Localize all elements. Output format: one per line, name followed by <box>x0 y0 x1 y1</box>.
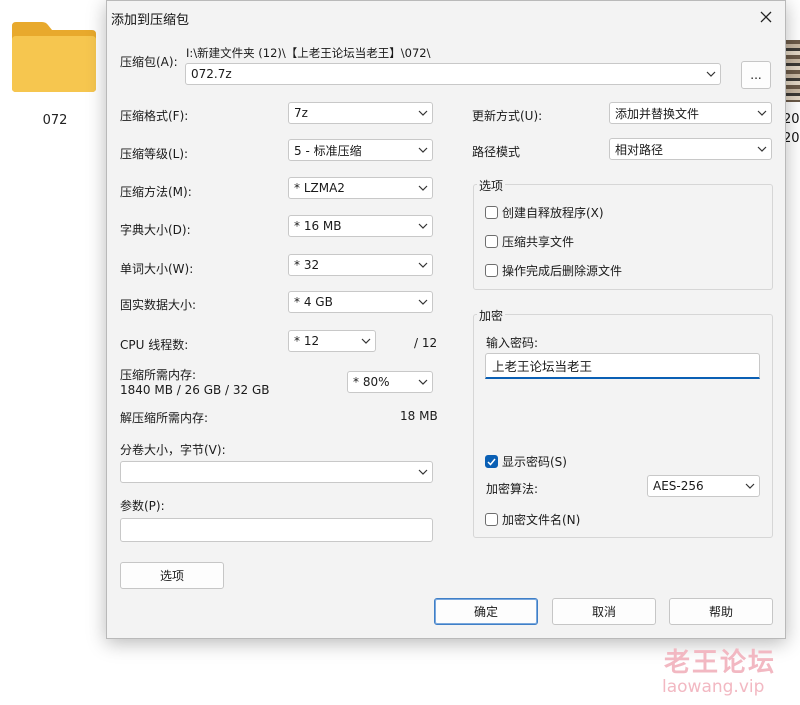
parameters-input[interactable] <box>120 518 433 542</box>
close-button[interactable] <box>751 3 781 31</box>
chevron-down-icon[interactable] <box>414 103 432 123</box>
chevron-down-icon[interactable] <box>414 178 432 198</box>
folder-icon[interactable] <box>8 18 100 94</box>
format-value: 7z <box>294 106 308 120</box>
path-mode-value: 相对路径 <box>615 142 664 157</box>
encryption-group-title: 加密 <box>477 307 506 324</box>
help-button[interactable]: 帮助 <box>669 598 773 625</box>
checkbox-box[interactable] <box>485 235 498 248</box>
title-bar[interactable]: 添加到压缩包 <box>107 1 785 33</box>
archive-label: 压缩包(A): <box>120 55 178 69</box>
chevron-down-icon[interactable] <box>702 64 720 84</box>
archive-path: I:\新建文件夹 (12)\【上老王论坛当老王】\072\ <box>186 46 431 60</box>
watermark-url: laowang.vip <box>662 677 765 697</box>
chevron-down-icon[interactable] <box>357 331 375 351</box>
show-password-checkbox[interactable]: 显示密码(S) <box>485 453 567 470</box>
checkbox-label: 创建自释放程序(X) <box>502 206 604 220</box>
update-mode-label: 更新方式(U): <box>472 109 543 123</box>
level-label: 压缩等级(L): <box>120 147 189 161</box>
add-to-archive-dialog: 添加到压缩包 压缩包(A): I:\新建文件夹 (12)\【上老王论坛当老王】\… <box>106 0 786 639</box>
archive-name-value: 072.7z <box>191 67 232 81</box>
chevron-down-icon[interactable] <box>753 139 771 159</box>
chevron-down-icon[interactable] <box>414 216 432 236</box>
checkbox-label: 显示密码(S) <box>502 455 567 469</box>
update-mode-select[interactable]: 添加并替换文件 <box>609 102 772 124</box>
checkbox-box[interactable] <box>485 264 498 277</box>
chevron-down-icon[interactable] <box>414 255 432 275</box>
archive-name-combobox[interactable]: 072.7z <box>185 63 721 85</box>
chevron-down-icon[interactable] <box>414 462 432 482</box>
options-button[interactable]: 选项 <box>120 562 224 589</box>
format-select[interactable]: 7z <box>288 102 433 124</box>
checkbox-label: 压缩共享文件 <box>502 235 575 249</box>
chevron-down-icon[interactable] <box>414 140 432 160</box>
watermark-logo: 老王论坛 <box>664 648 777 678</box>
encryption-method-label: 加密算法: <box>486 482 539 496</box>
split-size-label: 分卷大小，字节(V): <box>120 443 226 457</box>
word-size-value: * 32 <box>294 258 320 272</box>
chevron-down-icon[interactable] <box>414 292 432 312</box>
method-value: * LZMA2 <box>294 181 345 195</box>
parameters-label: 参数(P): <box>120 499 165 513</box>
checkbox-box[interactable] <box>485 455 498 468</box>
ok-button[interactable]: 确定 <box>434 598 538 625</box>
checkbox-box[interactable] <box>485 206 498 219</box>
solid-size-label: 固实数据大小: <box>120 298 197 312</box>
compress-memory-label: 压缩所需内存: <box>120 368 197 382</box>
browse-button[interactable]: ... <box>741 61 771 89</box>
password-input[interactable]: 上老王论坛当老王 <box>485 353 760 379</box>
chevron-down-icon[interactable] <box>753 103 771 123</box>
solid-size-value: * 4 GB <box>294 295 333 309</box>
decompress-memory-value: 18 MB <box>400 409 438 423</box>
delete-after-checkbox[interactable]: 操作完成后删除源文件 <box>485 262 622 279</box>
checkbox-box[interactable] <box>485 513 498 526</box>
checkbox-label: 操作完成后删除源文件 <box>502 264 623 278</box>
word-size-label: 单词大小(W): <box>120 262 194 276</box>
cpu-threads-total: / 12 <box>414 336 438 350</box>
cpu-threads-select[interactable]: * 12 <box>288 330 376 352</box>
solid-size-select[interactable]: * 4 GB <box>288 291 433 313</box>
encryption-method-select[interactable]: AES-256 <box>647 475 760 497</box>
dictionary-select[interactable]: * 16 MB <box>288 215 433 237</box>
close-icon <box>760 11 772 23</box>
split-size-combobox[interactable] <box>120 461 433 483</box>
chevron-down-icon[interactable] <box>741 476 759 496</box>
format-label: 压缩格式(F): <box>120 109 189 123</box>
options-group-title: 选项 <box>477 177 506 194</box>
password-label: 输入密码: <box>486 336 539 350</box>
cancel-button[interactable]: 取消 <box>552 598 656 625</box>
folder-label[interactable]: 072 <box>30 113 80 128</box>
method-select[interactable]: * LZMA2 <box>288 177 433 199</box>
dictionary-value: * 16 MB <box>294 219 342 233</box>
encryption-method-value: AES-256 <box>653 479 704 493</box>
decompress-memory-label: 解压缩所需内存: <box>120 411 209 425</box>
method-label: 压缩方法(M): <box>120 185 192 199</box>
memory-percent-value: * 80% <box>353 375 390 389</box>
word-size-select[interactable]: * 32 <box>288 254 433 276</box>
cpu-threads-label: CPU 线程数: <box>120 338 189 352</box>
dictionary-label: 字典大小(D): <box>120 223 191 237</box>
level-value: 5 - 标准压缩 <box>294 143 362 158</box>
path-mode-label: 路径模式 <box>472 145 521 159</box>
level-select[interactable]: 5 - 标准压缩 <box>288 139 433 161</box>
compress-memory-value: 1840 MB / 26 GB / 32 GB <box>120 383 270 397</box>
checkmark-icon <box>487 458 496 466</box>
path-mode-select[interactable]: 相对路径 <box>609 138 772 160</box>
create-sfx-checkbox[interactable]: 创建自释放程序(X) <box>485 204 604 221</box>
encrypt-filenames-checkbox[interactable]: 加密文件名(N) <box>485 511 580 528</box>
cpu-threads-value: * 12 <box>294 334 320 348</box>
update-mode-value: 添加并替换文件 <box>615 106 700 121</box>
compress-shared-checkbox[interactable]: 压缩共享文件 <box>485 233 574 250</box>
memory-percent-select[interactable]: * 80% <box>347 371 433 393</box>
checkbox-label: 加密文件名(N) <box>502 513 581 527</box>
dialog-title: 添加到压缩包 <box>111 13 190 28</box>
chevron-down-icon[interactable] <box>414 372 432 392</box>
